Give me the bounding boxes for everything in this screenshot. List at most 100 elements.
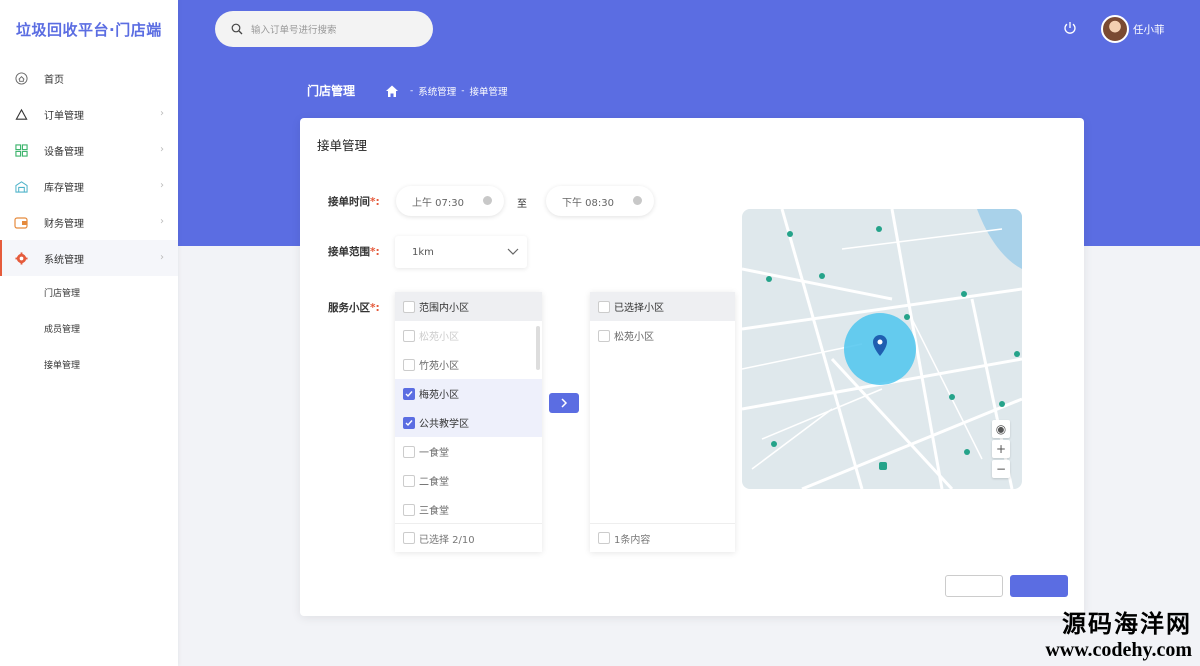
- home-icon[interactable]: [385, 84, 399, 98]
- scrollbar[interactable]: [536, 326, 540, 370]
- transfer-right-button[interactable]: [549, 393, 579, 413]
- time-range-separator: 至: [517, 199, 527, 210]
- sidebar-item-label: 订单管理: [44, 110, 84, 122]
- end-time-picker[interactable]: 下午 08:30: [546, 186, 654, 216]
- transfer-target-title: 已选择小区: [614, 303, 664, 314]
- transfer-source-footer: 已选择 2/10: [395, 523, 542, 552]
- warehouse-icon: [14, 179, 28, 193]
- recycle-icon: [14, 107, 28, 121]
- sidebar-item-finance[interactable]: 财务管理 ›: [0, 204, 178, 240]
- home-icon: [14, 71, 28, 85]
- breadcrumb-item-current: 接单管理: [469, 86, 508, 98]
- chevron-right-icon: [561, 398, 568, 408]
- select-all-checkbox[interactable]: [403, 300, 415, 313]
- list-item[interactable]: 竹苑小区: [395, 350, 542, 379]
- sidebar-item-devices[interactable]: 设备管理 ›: [0, 132, 178, 168]
- list-item-label: 松苑小区: [419, 332, 459, 343]
- list-item-label: 梅苑小区: [419, 390, 459, 401]
- select-all-checkbox[interactable]: [598, 300, 610, 313]
- confirm-button[interactable]: [1010, 575, 1068, 597]
- breadcrumb-item-system[interactable]: 系统管理: [418, 84, 456, 98]
- list-item[interactable]: 三食堂: [395, 495, 542, 524]
- breadcrumb: 门店管理 - 系统管理 - 接单管理: [307, 82, 508, 99]
- sidebar-subitem-members[interactable]: 成员管理: [0, 312, 178, 348]
- grid-icon: [14, 143, 28, 157]
- list-item-label: 二食堂: [419, 477, 449, 488]
- zoom-out-button[interactable]: −: [992, 460, 1010, 478]
- transfer-target-header: 已选择小区: [590, 292, 735, 321]
- list-item-label: 竹苑小区: [419, 361, 459, 372]
- sidebar: 垃圾回收平台·门店端 首页 订单管理 › 设备管理 › 库存管理 › 财务管理 …: [0, 0, 178, 666]
- checkbox[interactable]: [403, 474, 415, 487]
- start-time-picker[interactable]: 上午 07:30: [396, 186, 504, 216]
- list-item[interactable]: 松苑小区: [590, 321, 735, 350]
- user-name[interactable]: 任小菲: [1133, 22, 1165, 37]
- checkbox[interactable]: [403, 445, 415, 458]
- range-select-value: 1km: [412, 246, 434, 258]
- required-mark: *:: [370, 302, 380, 314]
- sidebar-item-label: 首页: [44, 74, 64, 86]
- checkbox[interactable]: [403, 358, 415, 371]
- list-item[interactable]: 公共教学区: [395, 408, 542, 437]
- time-label: 接单时间*:: [328, 194, 380, 209]
- watermark-line2: www.codehy.com: [1045, 639, 1192, 661]
- cancel-button[interactable]: [945, 575, 1003, 597]
- clear-icon[interactable]: [633, 196, 642, 205]
- list-item[interactable]: 一食堂: [395, 437, 542, 466]
- list-item[interactable]: 梅苑小区: [395, 379, 542, 408]
- zoom-in-button[interactable]: +: [992, 440, 1010, 458]
- page-title: 门店管理: [307, 84, 356, 98]
- checkbox[interactable]: [403, 532, 415, 544]
- list-item[interactable]: 二食堂: [395, 466, 542, 495]
- list-item: 松苑小区: [395, 321, 542, 350]
- chevron-down-icon: ›: [160, 252, 164, 263]
- breadcrumb-separator: -: [410, 85, 414, 96]
- map-roads: [742, 209, 1022, 489]
- sidebar-item-label: 库存管理: [44, 182, 84, 194]
- watermark: 源码海洋网 www.codehy.com: [1045, 604, 1192, 662]
- list-item-label: 松苑小区: [614, 332, 654, 343]
- search-placeholder: 输入订单号进行搜索: [251, 25, 337, 36]
- sidebar-subitem-orders-accept[interactable]: 接单管理: [0, 348, 178, 384]
- clear-icon[interactable]: [483, 196, 492, 205]
- item-count: 1条内容: [614, 534, 651, 546]
- required-mark: *:: [370, 196, 380, 208]
- community-label: 服务小区*:: [328, 300, 380, 315]
- locate-icon[interactable]: ◉: [992, 420, 1010, 438]
- watermark-line1: 源码海洋网: [1062, 610, 1192, 638]
- checkbox[interactable]: [403, 503, 415, 516]
- sidebar-item-label: 设备管理: [44, 146, 84, 158]
- list-item-label: 三食堂: [419, 506, 449, 517]
- community-label-text: 服务小区: [328, 302, 370, 314]
- checkbox[interactable]: [403, 387, 415, 400]
- transfer-target-footer: 1条内容: [590, 523, 735, 552]
- checkbox: [403, 329, 415, 342]
- chevron-right-icon: ›: [160, 216, 164, 227]
- selection-count: 已选择 2/10: [419, 534, 475, 546]
- sidebar-subitem-store[interactable]: 门店管理: [0, 276, 178, 312]
- search-input[interactable]: 输入订单号进行搜索: [215, 11, 433, 47]
- sidebar-item-home[interactable]: 首页: [0, 60, 178, 96]
- range-select[interactable]: 1km: [395, 236, 527, 268]
- wallet-icon: [14, 215, 28, 229]
- sidebar-item-orders[interactable]: 订单管理 ›: [0, 96, 178, 132]
- breadcrumb-separator: -: [461, 85, 465, 96]
- checkbox[interactable]: [598, 329, 610, 342]
- range-label: 接单范围*:: [328, 244, 380, 259]
- order-settings-card: 接单管理 接单时间*: 上午 07:30 至 下午 08:30 接单范围*: 1…: [300, 118, 1084, 616]
- sidebar-item-label: 系统管理: [44, 254, 84, 266]
- transfer-source-title: 范围内小区: [419, 303, 469, 314]
- search-icon: [231, 23, 243, 35]
- checkbox[interactable]: [403, 416, 415, 429]
- sidebar-item-system[interactable]: 系统管理 ›: [0, 240, 178, 276]
- checkbox[interactable]: [598, 532, 610, 544]
- transfer-source-header: 范围内小区: [395, 292, 542, 321]
- power-icon[interactable]: [1062, 20, 1078, 36]
- gear-icon: [14, 251, 28, 265]
- chevron-right-icon: ›: [160, 108, 164, 119]
- sidebar-item-inventory[interactable]: 库存管理 ›: [0, 168, 178, 204]
- map-view[interactable]: ◉ + −: [742, 209, 1022, 489]
- chevron-right-icon: ›: [160, 180, 164, 191]
- avatar[interactable]: [1101, 15, 1129, 43]
- time-label-text: 接单时间: [328, 196, 370, 208]
